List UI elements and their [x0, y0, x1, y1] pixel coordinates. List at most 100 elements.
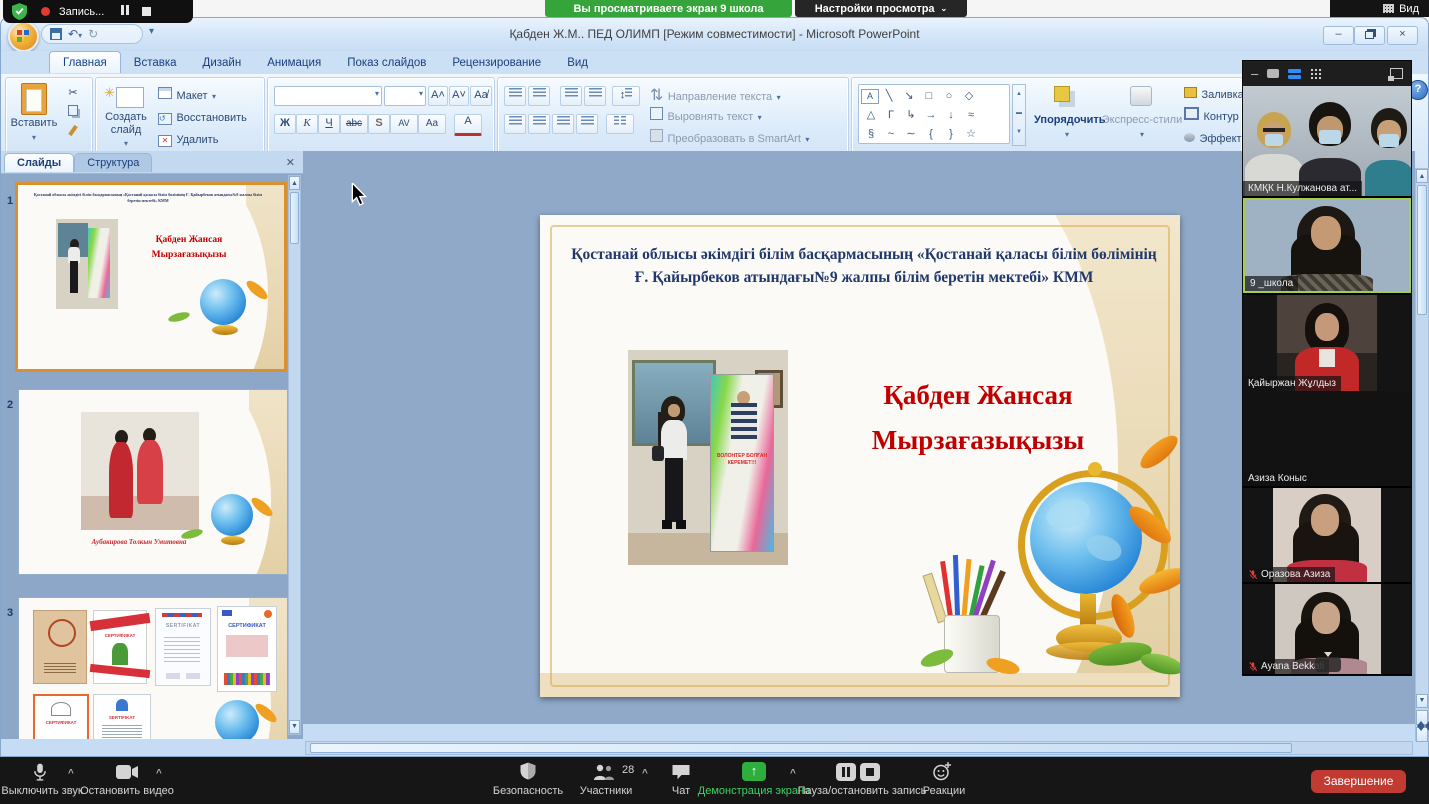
- justify-icon[interactable]: [576, 114, 598, 134]
- tab-insert[interactable]: Вставка: [121, 52, 190, 73]
- tab-outline[interactable]: Структура: [74, 153, 152, 172]
- reset-button[interactable]: ↺ Восстановить: [158, 108, 247, 126]
- line-spacing-icon[interactable]: ↕: [612, 86, 640, 106]
- align-center-icon[interactable]: [528, 114, 550, 134]
- video-tile[interactable]: КМҚК Н.Кулжанова ат...: [1243, 86, 1411, 196]
- panel-minimize-icon[interactable]: –: [1251, 69, 1258, 79]
- clear-formatting-icon[interactable]: Aa̸: [470, 86, 492, 106]
- increase-indent-icon[interactable]: [584, 86, 606, 106]
- shape-oval-icon[interactable]: ○: [939, 88, 959, 105]
- view-button[interactable]: Вид: [1330, 0, 1429, 17]
- slide-title-text[interactable]: Қостанай облысы әкімдігі білім басқармас…: [570, 243, 1158, 289]
- bold-button[interactable]: Ж: [274, 114, 296, 134]
- video-tile[interactable]: Қайыржан Жұлдыз: [1243, 295, 1411, 391]
- cut-icon[interactable]: ✂: [62, 84, 84, 104]
- align-text-button[interactable]: Выровнять текст ▾: [650, 107, 762, 125]
- current-slide[interactable]: Қостанай облысы әкімдігі білім басқармас…: [540, 215, 1180, 697]
- underline-button[interactable]: Ч: [318, 114, 340, 134]
- tab-slides-thumbnails[interactable]: Слайды: [4, 153, 74, 172]
- video-options-icon[interactable]: ^: [156, 768, 162, 779]
- scroll-down-icon[interactable]: ▼: [1416, 694, 1428, 708]
- shape-rounded-rect-icon[interactable]: ◇: [959, 88, 979, 105]
- close-pane-icon[interactable]: ✕: [286, 156, 295, 169]
- person-photo[interactable]: ВОЛОНТЕР БОЛҒАН КЕРЕМЕТ!!!: [628, 350, 788, 565]
- align-left-icon[interactable]: [504, 114, 526, 134]
- tab-review[interactable]: Рецензирование: [439, 52, 554, 73]
- shape-star-icon[interactable]: ☆: [961, 126, 981, 143]
- new-slide-button[interactable]: ✳ Создать слайд ▾: [100, 83, 152, 155]
- slide-thumbnail-1[interactable]: Қостанай облысы әкімдігі білім басқармас…: [15, 182, 287, 372]
- align-right-icon[interactable]: [552, 114, 574, 134]
- character-spacing-button[interactable]: AV: [390, 114, 418, 134]
- shape-fill-button[interactable]: Заливка: [1184, 85, 1244, 103]
- strikethrough-button[interactable]: abc: [340, 114, 368, 134]
- previous-slide-button[interactable]: [1416, 710, 1428, 725]
- pause-recording-topbar-icon[interactable]: [120, 5, 130, 18]
- shape-right-arrow-icon[interactable]: →: [921, 107, 941, 124]
- tab-home[interactable]: Главная: [49, 51, 121, 73]
- pop-out-icon[interactable]: [1390, 68, 1403, 79]
- shape-textbox-icon[interactable]: A: [861, 89, 879, 104]
- video-tile-active-speaker[interactable]: 9 _школа: [1243, 198, 1411, 293]
- stop-recording-topbar-icon[interactable]: [142, 7, 151, 16]
- shape-curve-icon[interactable]: ~: [881, 126, 901, 143]
- view-settings-dropdown[interactable]: Настройки просмотра⌄: [795, 0, 967, 17]
- layout-button[interactable]: Макет ▾: [158, 86, 216, 104]
- bullets-icon[interactable]: [504, 86, 526, 106]
- shape-diamond-icon[interactable]: ≈: [961, 107, 981, 124]
- gallery-strip-view-icon[interactable]: [1288, 69, 1301, 79]
- font-size-combo[interactable]: [384, 86, 426, 106]
- tab-view[interactable]: Вид: [554, 52, 601, 73]
- end-meeting-button[interactable]: Завершение: [1311, 770, 1406, 793]
- shapes-scroll[interactable]: ▲▬▼: [1012, 84, 1026, 146]
- change-case-button[interactable]: Aa: [418, 114, 446, 134]
- scroll-up-icon[interactable]: ▲: [1416, 169, 1428, 183]
- shape-arrow-icon[interactable]: ↘: [899, 88, 919, 105]
- pane-scroll-down-icon[interactable]: ▼: [289, 720, 300, 734]
- arrange-button[interactable]: Упорядочить ▾: [1034, 84, 1100, 156]
- pane-scroll-up-icon[interactable]: ▲: [289, 176, 300, 190]
- font-color-button[interactable]: A: [454, 114, 482, 136]
- video-tile[interactable]: Оразова Азиза: [1243, 488, 1411, 582]
- pause-recording-icon[interactable]: [836, 763, 856, 786]
- shape-triangle-icon[interactable]: △: [861, 107, 881, 124]
- text-shadow-button[interactable]: S: [368, 114, 390, 134]
- format-painter-icon[interactable]: [62, 124, 84, 144]
- close-button[interactable]: ×: [1387, 26, 1418, 45]
- horizontal-scrollbar[interactable]: [305, 741, 1413, 755]
- shape-right-brace-icon[interactable]: }: [941, 126, 961, 143]
- shape-rectangle-icon[interactable]: □: [919, 88, 939, 105]
- font-name-combo[interactable]: [274, 86, 382, 106]
- copy-icon[interactable]: [62, 104, 84, 124]
- vertical-scroll-thumb[interactable]: [1417, 185, 1427, 315]
- slide-thumbnail-3[interactable]: СЕРТИФИКАТ SERTIFIKAT СЕРТИФИКАТ: [18, 597, 288, 739]
- smartart-button[interactable]: Преобразовать в SmartArt ▾: [650, 129, 809, 147]
- share-options-icon[interactable]: ^: [790, 768, 796, 779]
- shape-effects-button[interactable]: Эффекты: [1184, 129, 1249, 147]
- shape-scribble-icon[interactable]: §: [861, 126, 881, 143]
- shape-down-arrow-icon[interactable]: ↓: [941, 107, 961, 124]
- horizontal-scroll-thumb[interactable]: [310, 743, 1292, 753]
- tab-design[interactable]: Дизайн: [190, 52, 255, 73]
- video-tile[interactable]: Ayana Bekkali: [1243, 584, 1411, 674]
- shrink-font-icon[interactable]: A˅: [449, 86, 469, 106]
- mute-options-icon[interactable]: ^: [68, 768, 74, 779]
- speaker-view-icon[interactable]: [1267, 69, 1279, 78]
- decrease-indent-icon[interactable]: [560, 86, 582, 106]
- quick-styles-button[interactable]: Экспресс-стили ▾: [1104, 84, 1180, 156]
- video-tile-camera-off[interactable]: Азиза Коныс: [1243, 391, 1411, 486]
- text-direction-button[interactable]: ⇅ Направление текста ▾: [650, 85, 781, 105]
- shape-line-icon[interactable]: ╲: [879, 88, 899, 105]
- pane-scrollbar[interactable]: ▲ ▼: [288, 175, 301, 735]
- gallery-grid-view-icon[interactable]: [1310, 68, 1323, 79]
- vertical-scrollbar[interactable]: ▲ ▼: [1415, 168, 1429, 741]
- next-slide-button[interactable]: [1416, 727, 1428, 742]
- tab-animation[interactable]: Анимация: [254, 52, 334, 73]
- shape-wave-icon[interactable]: ∼: [901, 126, 921, 143]
- tab-slideshow[interactable]: Показ слайдов: [334, 52, 439, 73]
- stop-recording-icon[interactable]: [860, 763, 880, 786]
- collapse-panel-button[interactable]: [1315, 657, 1341, 672]
- shape-elbow-icon[interactable]: Γ: [881, 107, 901, 124]
- title-bar[interactable]: ↶▾ ↻ ▾ Қабден Ж.М.. ПЕД ОЛИМП [Режим сов…: [1, 18, 1428, 51]
- columns-icon[interactable]: [606, 114, 634, 134]
